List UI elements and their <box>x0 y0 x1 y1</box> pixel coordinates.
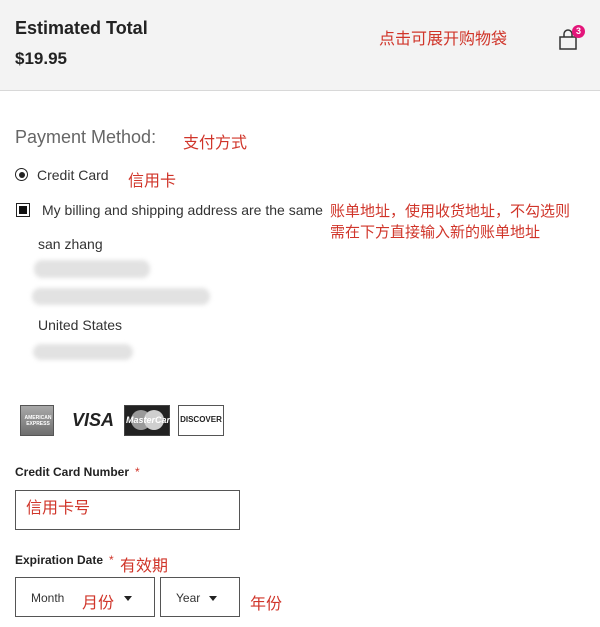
annotation-expiration: 有效期 <box>120 556 169 575</box>
estimated-total-label: Estimated Total <box>15 18 148 38</box>
annotation-credit-card: 信用卡 <box>128 171 177 190</box>
month-select-value: Month <box>31 591 65 605</box>
bag-count-badge: 3 <box>572 25 585 38</box>
redacted-phone <box>33 344 133 360</box>
order-summary-header: Estimated Total $19.95 点击可展开购物袋 3 <box>0 0 600 91</box>
annotation-card-number: 信用卡号 <box>26 498 91 517</box>
credit-card-label[interactable]: Credit Card <box>37 167 109 183</box>
payment-method-label: Payment Method: <box>15 127 157 147</box>
chevron-down-icon <box>209 596 217 601</box>
same-address-label[interactable]: My billing and shipping address are the … <box>42 202 323 218</box>
redacted-address-line <box>34 260 150 278</box>
year-select-value: Year <box>176 591 201 605</box>
credit-card-radio[interactable] <box>15 168 28 181</box>
annotation-billing-line-1: 账单地址，使用收货地址，不勾选则 <box>330 202 571 220</box>
same-address-checkbox[interactable] <box>16 203 30 217</box>
expiration-date-label: Expiration Date * <box>15 553 114 567</box>
amex-logo: AMERICAN EXPRESS <box>20 405 54 436</box>
annotation-billing-address: 账单地址，使用收货地址，不勾选则 需在下方直接输入新的账单地址 <box>330 201 595 243</box>
annotation-bag: 点击可展开购物袋 <box>379 29 508 48</box>
annotation-month: 月份 <box>82 593 115 612</box>
year-select[interactable]: Year <box>160 577 240 617</box>
required-marker: * <box>109 553 114 567</box>
card-number-label: Credit Card Number * <box>15 465 140 479</box>
address-country: United States <box>38 317 123 333</box>
redacted-address-line <box>32 288 210 305</box>
estimated-total-value: $19.95 <box>15 49 67 68</box>
address-name: san zhang <box>38 236 103 252</box>
annotation-year: 年份 <box>250 594 283 613</box>
required-marker: * <box>135 465 140 479</box>
visa-logo: VISA <box>71 410 114 430</box>
chevron-down-icon <box>124 596 132 601</box>
mastercard-logo: MasterCard <box>124 405 176 436</box>
discover-logo: DISCOVER <box>178 405 224 436</box>
annotation-billing-line-2: 需在下方直接输入新的账单地址 <box>330 223 541 241</box>
annotation-payment-method: 支付方式 <box>183 133 248 152</box>
